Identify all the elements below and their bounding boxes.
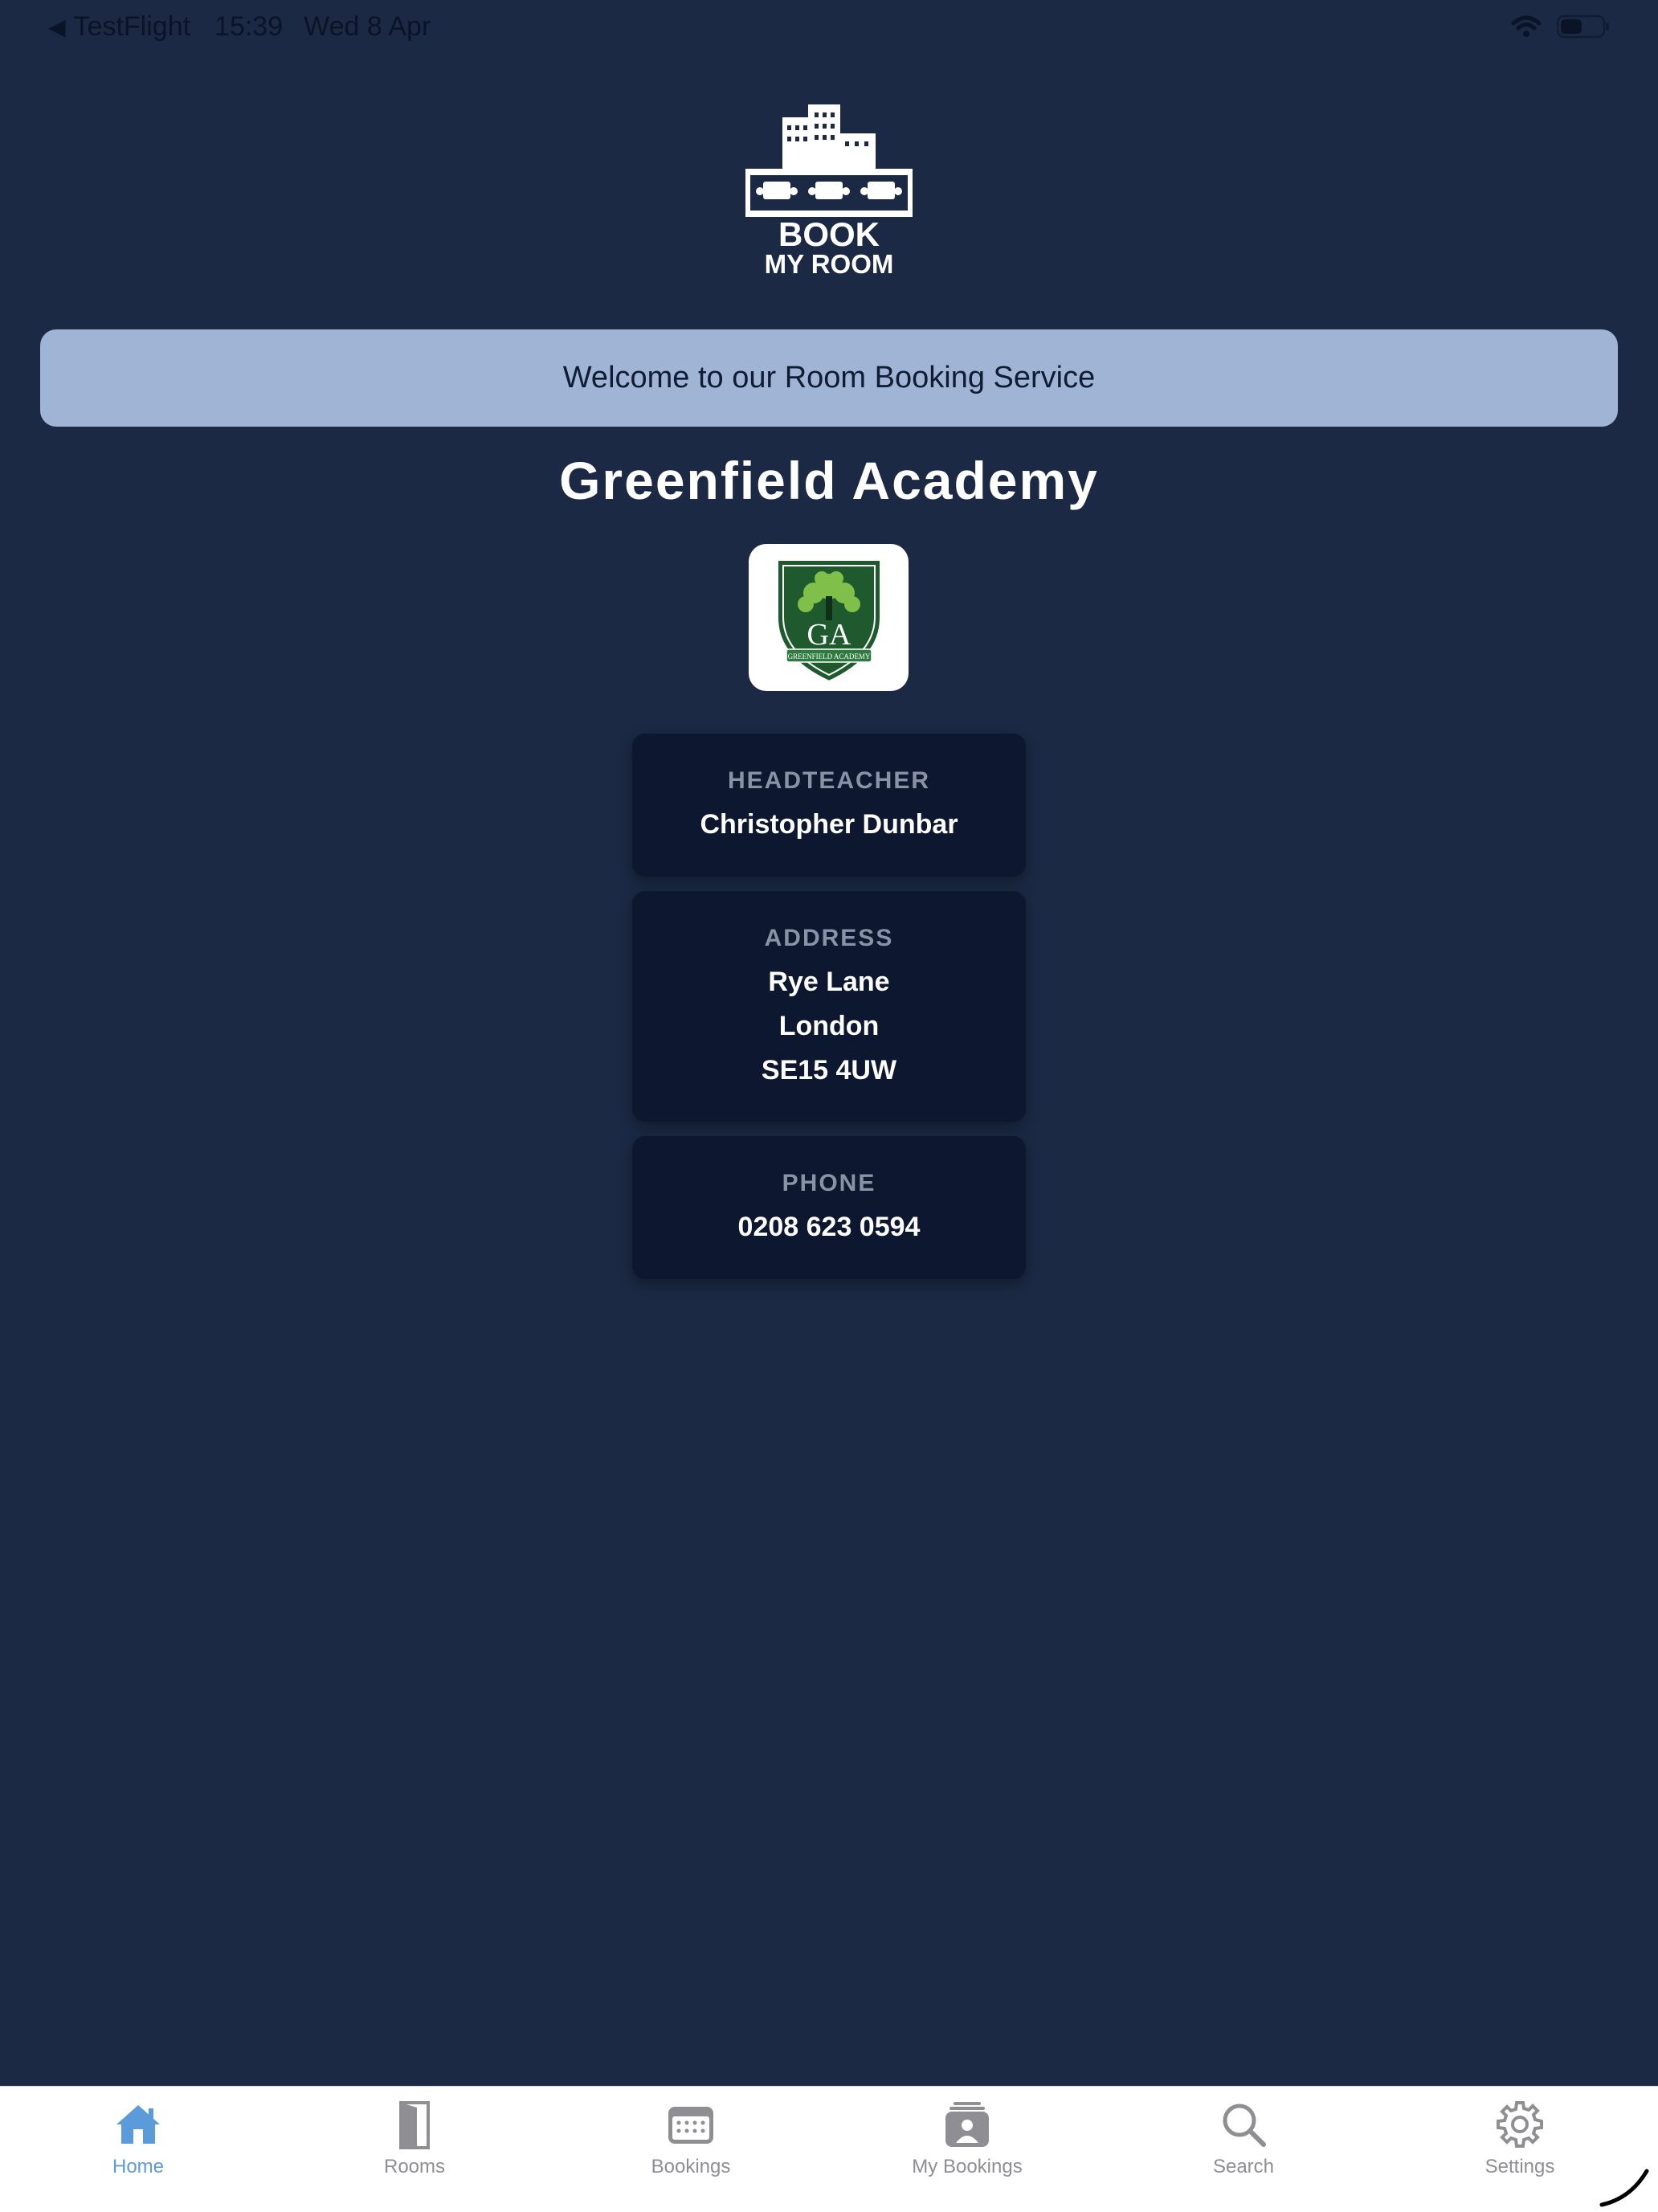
book-my-room-logo: BOOK MY ROOM	[741, 101, 917, 279]
tab-label-rooms: Rooms	[383, 2156, 446, 2177]
tab-label-my-bookings: My Bookings	[912, 2156, 1023, 2177]
tab-label-home: Home	[112, 2156, 165, 2177]
phone-label: PHONE	[782, 1170, 876, 1196]
logo-line2: MY ROOM	[765, 249, 894, 278]
welcome-text: Welcome to our Room Booking Service	[562, 361, 1096, 395]
school-name: Greenfield Academy	[559, 451, 1099, 510]
tab-bookings[interactable]: Bookings	[553, 2087, 829, 2212]
status-time: 15:39	[214, 11, 284, 42]
phone-number[interactable]: 0208 623 0594	[632, 1205, 1026, 1249]
tab-label-settings: Settings	[1484, 2156, 1555, 2177]
door-icon	[388, 2098, 441, 2151]
tab-rooms[interactable]: Rooms	[276, 2087, 553, 2212]
person-calendar-icon	[941, 2098, 994, 2151]
welcome-banner: Welcome to our Room Booking Service	[40, 329, 1618, 427]
gear-icon	[1493, 2098, 1546, 2151]
crest-initials: GA	[807, 618, 851, 652]
address-label: ADDRESS	[764, 925, 894, 951]
school-crest: GA GREENFIELD ACADEMY	[749, 544, 909, 691]
battery-icon	[1557, 14, 1609, 39]
address-card: ADDRESS Rye Lane London SE15 4UW	[632, 891, 1026, 1122]
tab-search[interactable]: Search	[1105, 2087, 1382, 2212]
tab-label-search: Search	[1212, 2156, 1275, 2177]
status-right	[1510, 14, 1610, 39]
address-line-city: London	[778, 1011, 880, 1041]
headteacher-label: HEADTEACHER	[727, 767, 930, 794]
address-line-postcode: SE15 4UW	[761, 1055, 897, 1086]
address-line-street: Rye Lane	[768, 967, 890, 997]
logo-line1: BOOK	[778, 215, 880, 253]
phone-card: PHONE 0208 623 0594	[632, 1136, 1026, 1279]
crest-banner: GREENFIELD ACADEMY	[787, 652, 870, 660]
house-icon	[112, 2098, 165, 2151]
headteacher-card: HEADTEACHER Christopher Dunbar	[632, 734, 1026, 877]
tab-my-bookings[interactable]: My Bookings	[829, 2087, 1105, 2212]
back-app-label[interactable]: TestFlight	[74, 11, 191, 43]
back-arrow-icon[interactable]: ◀	[48, 14, 66, 40]
headteacher-name: Christopher Dunbar	[700, 809, 958, 840]
home-indicator[interactable]	[1599, 2153, 1655, 2210]
magnifier-icon	[1217, 2098, 1270, 2151]
status-date: Wed 8 Apr	[304, 11, 431, 42]
wifi-icon	[1511, 15, 1542, 37]
status-left: ◀ TestFlight 15:39 Wed 8 Apr	[48, 11, 431, 43]
calendar-icon	[664, 2098, 717, 2151]
tab-bar: Home Rooms Bookings My Bookings Search S…	[0, 2086, 1658, 2212]
status-bar: ◀ TestFlight 15:39 Wed 8 Apr	[0, 0, 1658, 58]
tab-home[interactable]: Home	[0, 2087, 276, 2212]
tab-label-bookings: Bookings	[651, 2156, 731, 2177]
